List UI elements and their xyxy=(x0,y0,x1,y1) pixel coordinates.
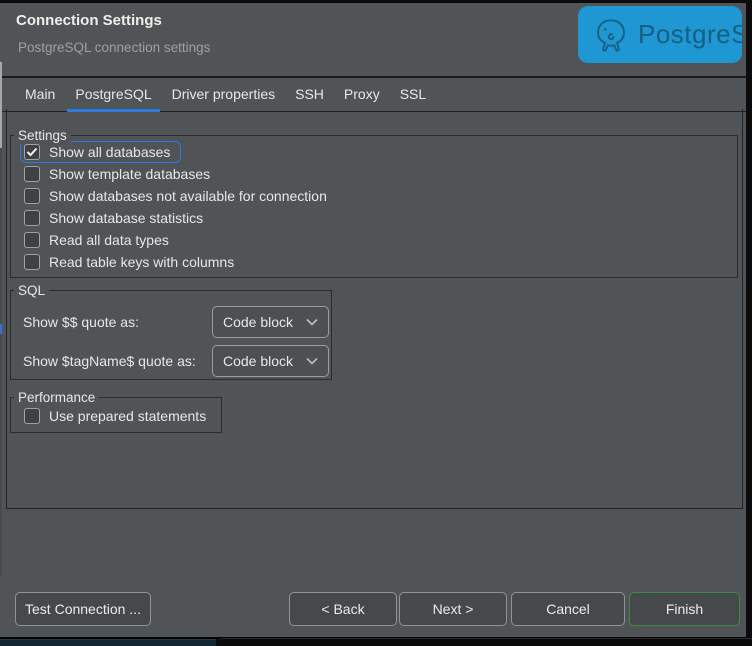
screen: Connection Settings PostgreSQL connectio… xyxy=(0,0,752,646)
dollar-quote-select[interactable]: Code block xyxy=(212,306,329,338)
background-window-corner xyxy=(216,638,752,646)
checkbox-label: Use prepared statements xyxy=(49,408,206,424)
checkbox-label: Show database statistics xyxy=(49,210,203,226)
tab-main[interactable]: Main xyxy=(17,78,63,112)
checkbox-icon[interactable] xyxy=(24,210,40,226)
selected-option: Code block xyxy=(223,314,293,330)
background-window-sliver xyxy=(0,62,2,575)
postgresql-brand-text: PostgreSQL xyxy=(638,19,742,50)
back-button[interactable]: < Back xyxy=(289,592,397,626)
tab-label: Driver properties xyxy=(172,86,275,102)
tab-bar: Main PostgreSQL Driver properties SSH Pr… xyxy=(0,78,746,112)
button-label: < Back xyxy=(321,601,364,617)
button-label: Next > xyxy=(433,601,474,617)
tab-label: Main xyxy=(25,86,55,102)
postgresql-brand-badge: PostgreSQL xyxy=(578,6,742,63)
performance-group-label: Performance xyxy=(14,389,99,406)
checkbox-row-read-table-keys[interactable]: Read table keys with columns xyxy=(11,251,737,273)
postgresql-elephant-icon xyxy=(592,15,630,55)
checkbox-label: Read table keys with columns xyxy=(49,254,234,270)
test-connection-button[interactable]: Test Connection ... xyxy=(15,592,151,626)
tab-ssh[interactable]: SSH xyxy=(287,78,332,112)
chevron-down-icon xyxy=(306,357,318,365)
checkbox-row-read-all-data-types[interactable]: Read all data types xyxy=(11,229,737,251)
checkbox-row-show-all-databases[interactable]: Show all databases xyxy=(11,141,737,163)
sql-row-tagname-quote: Show $tagName$ quote as: Code block xyxy=(11,345,331,377)
tab-label: PostgreSQL xyxy=(75,86,151,102)
tab-proxy[interactable]: Proxy xyxy=(336,78,388,112)
checkbox-row-show-template-databases[interactable]: Show template databases xyxy=(11,163,737,185)
checkbox-icon[interactable] xyxy=(24,232,40,248)
performance-group: Performance Use prepared statements xyxy=(10,397,222,433)
cancel-button[interactable]: Cancel xyxy=(511,592,625,626)
checkbox-row-show-database-statistics[interactable]: Show database statistics xyxy=(11,207,737,229)
page-subtitle: PostgreSQL connection settings xyxy=(18,40,210,55)
checkbox-label: Read all data types xyxy=(49,232,169,248)
checkbox-icon[interactable] xyxy=(24,408,40,424)
desktop-bottom-strip xyxy=(0,637,752,646)
tab-label: SSH xyxy=(295,86,324,102)
checkbox-icon[interactable] xyxy=(24,188,40,204)
settings-group-label: Settings xyxy=(14,127,71,144)
connection-settings-dialog: Connection Settings PostgreSQL connectio… xyxy=(0,3,746,637)
sql-row-dollar-quote: Show $$ quote as: Code block xyxy=(11,306,331,338)
sql-group-label: SQL xyxy=(14,282,49,299)
tab-postgresql[interactable]: PostgreSQL xyxy=(67,78,159,112)
button-label: Cancel xyxy=(546,601,590,617)
button-label: Finish xyxy=(666,601,703,617)
settings-group: Settings Show all databases Show templat… xyxy=(10,135,738,278)
dollar-quote-label: Show $$ quote as: xyxy=(23,314,139,330)
checkbox-row-show-databases-not-available[interactable]: Show databases not available for connect… xyxy=(11,185,737,207)
dialog-header: Connection Settings PostgreSQL connectio… xyxy=(0,3,746,78)
sql-group: SQL Show $$ quote as: Code block Show $t… xyxy=(10,290,332,380)
page-title: Connection Settings xyxy=(16,12,162,29)
tab-ssl[interactable]: SSL xyxy=(392,78,434,112)
background-window-edge xyxy=(0,639,216,646)
tagname-quote-label: Show $tagName$ quote as: xyxy=(23,353,196,369)
tab-label: Proxy xyxy=(344,86,380,102)
button-label: Test Connection ... xyxy=(25,601,141,617)
checkbox-row-use-prepared-statements[interactable]: Use prepared statements xyxy=(11,405,221,427)
checkbox-checked-icon[interactable] xyxy=(24,144,40,160)
selected-option: Code block xyxy=(223,353,293,369)
checkbox-icon[interactable] xyxy=(24,166,40,182)
tab-label: SSL xyxy=(400,86,426,102)
tagname-quote-select[interactable]: Code block xyxy=(212,345,329,377)
chevron-down-icon xyxy=(306,318,318,326)
checkbox-label: Show all databases xyxy=(49,144,170,160)
finish-button[interactable]: Finish xyxy=(629,592,740,626)
tab-driver-properties[interactable]: Driver properties xyxy=(164,78,283,112)
checkbox-label: Show databases not available for connect… xyxy=(49,188,327,204)
next-button[interactable]: Next > xyxy=(399,592,507,626)
checkbox-icon[interactable] xyxy=(24,254,40,270)
focus-ring: Show all databases xyxy=(20,141,181,163)
checkbox-label: Show template databases xyxy=(49,166,210,182)
